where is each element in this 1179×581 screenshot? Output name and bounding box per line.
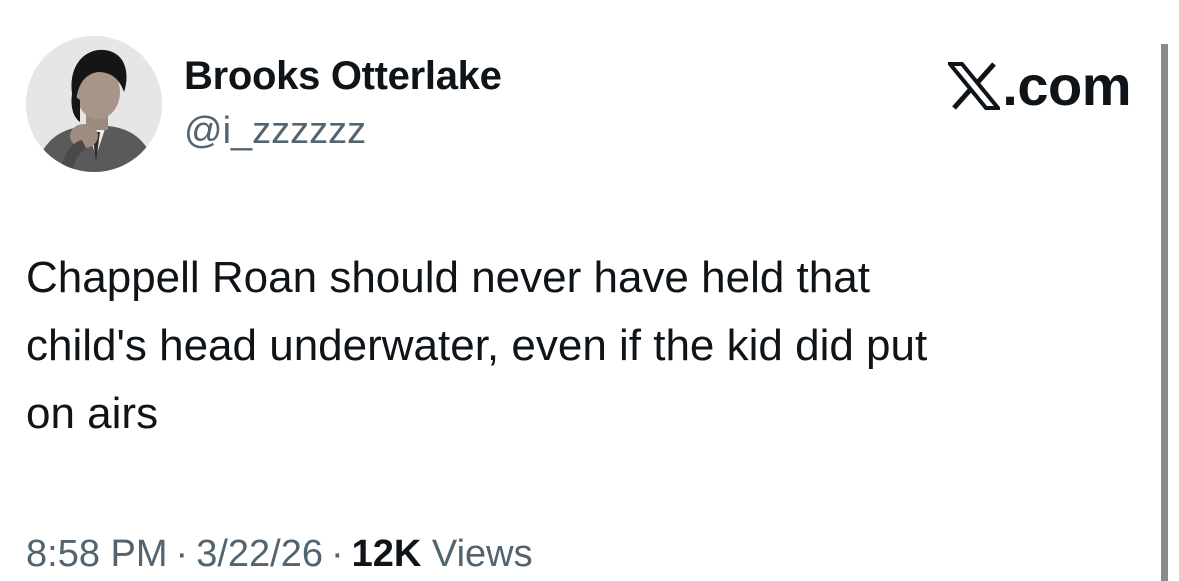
views-count: 12K [351, 533, 422, 575]
tweet-time[interactable]: 8:58 PM [26, 533, 168, 575]
avatar[interactable] [26, 36, 162, 172]
edge-divider [1161, 44, 1168, 581]
brand-mark: .com [948, 54, 1131, 118]
tweet-date[interactable]: 3/22/26 [196, 533, 323, 575]
views-label: Views [431, 533, 533, 575]
author-display-name[interactable]: Brooks Otterlake [184, 52, 502, 100]
meta-separator: · [330, 533, 344, 575]
tweet-text: Chappell Roan should never have held tha… [26, 253, 928, 438]
avatar-image [26, 36, 162, 172]
meta-separator: · [175, 533, 189, 575]
x-logo-icon [948, 62, 1001, 110]
tweet-meta: 8:58 PM · 3/22/26 · 12K Views [26, 528, 533, 580]
brand-text: .com [1002, 54, 1131, 117]
author-handle[interactable]: @i_zzzzzz [184, 108, 366, 154]
tweet-card: Brooks Otterlake @i_zzzzzz .com Chappell… [0, 0, 1179, 581]
